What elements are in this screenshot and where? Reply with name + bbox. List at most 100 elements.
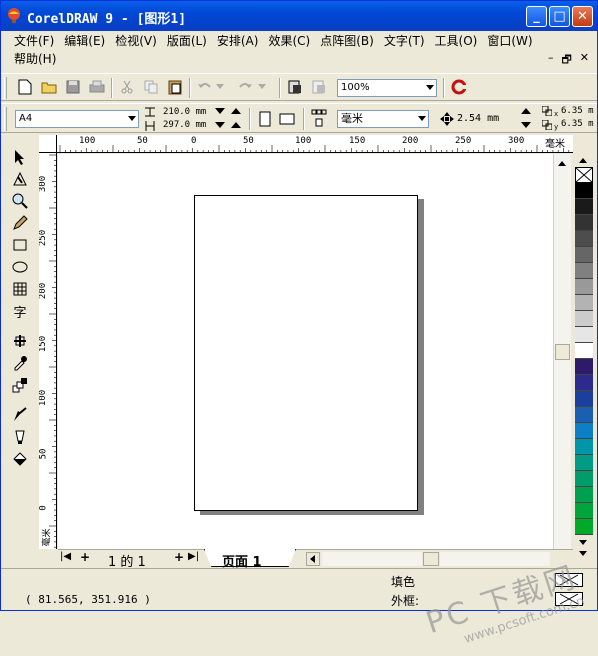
palette-swatch[interactable] <box>575 295 593 311</box>
close-button[interactable]: ✕ <box>572 6 593 27</box>
page-width-field[interactable]: 210.0 mm <box>163 107 206 117</box>
title-bar[interactable]: CorelDRAW 9 - [图形1] _ □ ✕ <box>1 1 597 31</box>
palette-swatch[interactable] <box>575 327 593 343</box>
outline-pen-nib-icon[interactable] <box>9 405 31 425</box>
palette-swatch[interactable] <box>575 487 593 503</box>
menu-edit[interactable]: 编辑(E) <box>59 32 110 50</box>
drawing-canvas[interactable] <box>58 154 553 549</box>
undo-dropdown-chevron-icon[interactable] <box>215 77 225 97</box>
paper-size-select[interactable]: A4 <box>15 110 139 128</box>
palette-swatch[interactable] <box>575 519 593 535</box>
freehand-pencil-icon[interactable] <box>9 213 31 233</box>
minimize-button[interactable]: _ <box>526 6 547 27</box>
menu-view[interactable]: 检视(V) <box>110 32 162 50</box>
units-select[interactable]: 毫米 <box>337 110 429 128</box>
horizontal-ruler[interactable]: 100 50 0 50 100 150 200 250 300 毫米 <box>57 135 573 153</box>
import-icon[interactable] <box>285 77 305 97</box>
palette-swatch[interactable] <box>575 215 593 231</box>
page-frame-icon[interactable] <box>309 108 329 128</box>
interactive-fill-icon[interactable] <box>9 331 31 351</box>
width-spin-up-icon[interactable] <box>229 105 243 117</box>
zoom-level-select[interactable]: 100% <box>337 79 437 97</box>
palette-swatch[interactable] <box>575 359 593 375</box>
horizontal-scrollbar-thumb[interactable] <box>423 552 439 566</box>
horizontal-scrollbar-track[interactable] <box>322 552 422 566</box>
toolbar-grip[interactable] <box>4 77 7 99</box>
redo-dropdown-chevron-icon[interactable] <box>257 77 267 97</box>
print-icon[interactable] <box>87 77 107 97</box>
nudge-distance-field[interactable]: 2.54 mm <box>457 113 499 124</box>
last-page-button[interactable]: ▶| <box>188 551 199 562</box>
menu-effects[interactable]: 效果(C) <box>263 32 315 50</box>
menu-arrange[interactable]: 安排(A) <box>212 32 264 50</box>
new-file-icon[interactable] <box>15 77 35 97</box>
no-color-swatch[interactable] <box>575 167 593 183</box>
menu-file[interactable]: 文件(F) <box>9 32 59 50</box>
graph-paper-grid-icon[interactable] <box>9 279 31 299</box>
ellipse-tool-icon[interactable] <box>9 257 31 277</box>
duplicate-x-field[interactable]: 6.35 m <box>561 106 594 116</box>
scroll-up-icon[interactable] <box>554 156 570 170</box>
menu-help[interactable]: 帮助(H) <box>9 50 61 68</box>
rectangle-tool-icon[interactable] <box>9 235 31 255</box>
landscape-orientation-icon[interactable] <box>277 109 297 129</box>
page-height-field[interactable]: 297.0 mm <box>163 120 206 130</box>
zoom-magnifier-icon[interactable] <box>9 191 31 211</box>
toolbar-grip[interactable] <box>4 107 7 131</box>
palette-swatch[interactable] <box>575 471 593 487</box>
nudge-spin-down-icon[interactable] <box>519 119 533 131</box>
palette-scroll-up-icon[interactable] <box>574 153 592 167</box>
menu-bitmaps[interactable]: 点阵图(B) <box>315 32 379 50</box>
palette-swatch[interactable] <box>575 231 593 247</box>
add-page-after-button[interactable]: + <box>174 550 184 564</box>
maximize-button[interactable]: □ <box>549 6 570 27</box>
palette-expand-icon[interactable] <box>574 548 592 558</box>
height-spin-up-icon[interactable] <box>229 119 243 131</box>
fill-pen-icon[interactable] <box>9 427 31 447</box>
pick-tool-arrow-icon[interactable] <box>9 147 31 167</box>
palette-swatch[interactable] <box>575 375 593 391</box>
paste-clipboard-icon[interactable] <box>165 77 185 97</box>
palette-swatch[interactable] <box>575 311 593 327</box>
palette-swatch[interactable] <box>575 423 593 439</box>
palette-swatch[interactable] <box>575 279 593 295</box>
palette-swatch[interactable] <box>575 391 593 407</box>
ruler-origin-corner[interactable] <box>39 135 57 153</box>
palette-scroll-down-icon[interactable] <box>574 536 592 548</box>
vertical-ruler[interactable]: 300 250 200 150 100 50 0 毫米 <box>39 153 57 549</box>
fill-bucket-icon[interactable] <box>9 449 31 469</box>
interactive-blend-icon[interactable] <box>9 375 31 395</box>
vertical-scrollbar[interactable] <box>553 154 571 549</box>
doc-restore-button[interactable]: 🗗 <box>561 51 571 70</box>
width-spin-down-icon[interactable] <box>213 105 227 117</box>
text-tool-icon[interactable]: 字 <box>9 301 31 321</box>
palette-swatch[interactable] <box>575 343 593 359</box>
palette-swatch[interactable] <box>575 247 593 263</box>
cut-scissors-icon[interactable] <box>117 77 137 97</box>
nudge-spin-up-icon[interactable] <box>519 105 533 117</box>
menu-layout[interactable]: 版面(L) <box>162 32 212 50</box>
palette-swatch[interactable] <box>575 183 593 199</box>
menu-text[interactable]: 文字(T) <box>379 32 430 50</box>
shape-tool-icon[interactable] <box>9 169 31 189</box>
palette-swatch[interactable] <box>575 263 593 279</box>
menu-window[interactable]: 窗口(W) <box>482 32 537 50</box>
doc-close-button[interactable]: ✕ <box>580 51 589 70</box>
save-disk-icon[interactable] <box>63 77 83 97</box>
palette-swatch[interactable] <box>575 455 593 471</box>
palette-swatch[interactable] <box>575 199 593 215</box>
first-page-button[interactable]: |◀ <box>60 551 71 562</box>
eyedropper-icon[interactable] <box>9 353 31 373</box>
doc-minimize-button[interactable]: – <box>548 51 554 70</box>
open-folder-icon[interactable] <box>39 77 59 97</box>
h-scroll-left-button[interactable] <box>306 552 320 566</box>
redo-icon[interactable] <box>235 77 255 97</box>
height-spin-down-icon[interactable] <box>213 119 227 131</box>
palette-swatch[interactable] <box>575 503 593 519</box>
portrait-orientation-icon[interactable] <box>255 109 275 129</box>
add-page-before-button[interactable]: + <box>80 550 90 564</box>
export-icon[interactable] <box>309 77 329 97</box>
application-launcher-icon[interactable] <box>449 77 469 97</box>
undo-icon[interactable] <box>195 77 215 97</box>
copy-icon[interactable] <box>141 77 161 97</box>
